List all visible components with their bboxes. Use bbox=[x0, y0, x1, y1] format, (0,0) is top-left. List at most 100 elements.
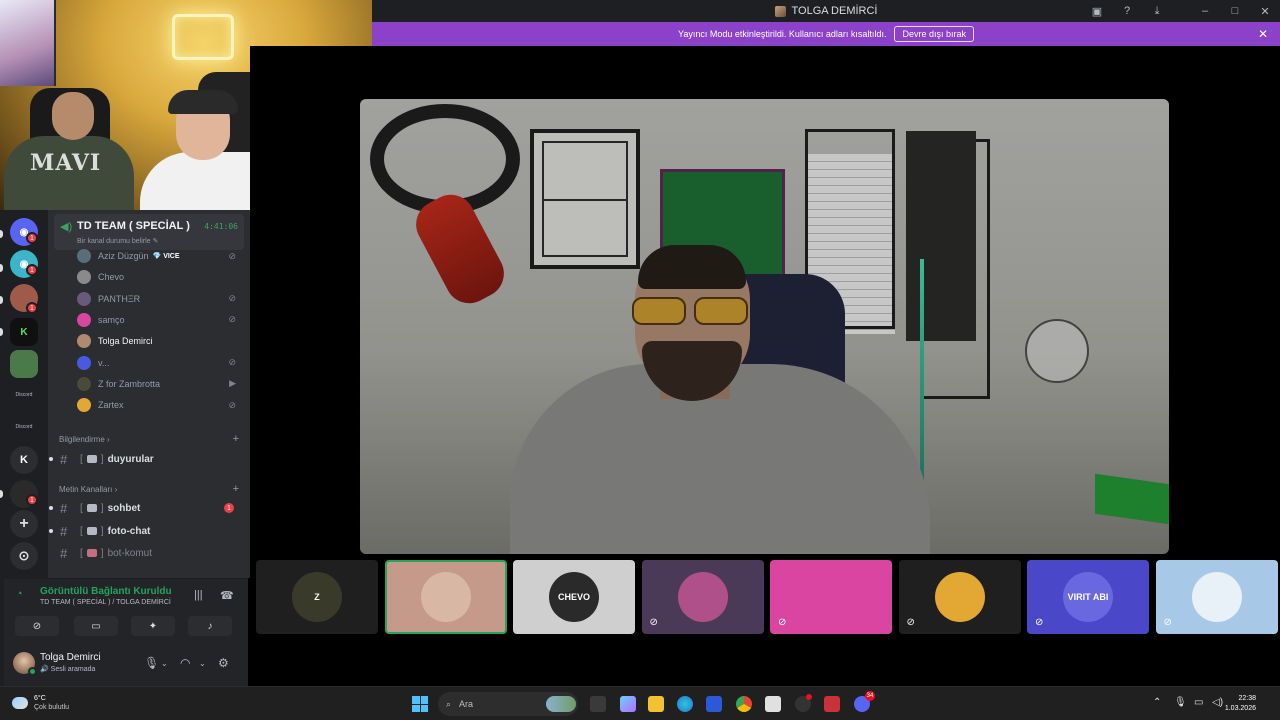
volume-icon[interactable]: ◁) bbox=[1212, 697, 1223, 708]
muted-icon: ⊘ bbox=[228, 357, 236, 367]
channel-status[interactable]: Bir kanal durumu belirle ✎ bbox=[77, 237, 158, 245]
participant-tile[interactable] bbox=[384, 560, 507, 634]
avatar[interactable] bbox=[13, 652, 37, 676]
voice-channel-name: TD TEAM ( SPECİAL ) bbox=[77, 220, 190, 232]
voice-member[interactable]: samço ⊘ bbox=[77, 310, 242, 330]
voice-member[interactable]: v... ⊘ bbox=[77, 353, 242, 373]
add-server-icon[interactable]: + bbox=[10, 510, 38, 538]
online-status-icon bbox=[28, 667, 37, 676]
close-icon[interactable]: ✕ bbox=[1250, 0, 1280, 22]
screen-icon[interactable]: ▣ bbox=[1082, 0, 1112, 22]
muted-icon: ⊘ bbox=[906, 617, 915, 628]
screen-share-button[interactable]: ▭ bbox=[74, 616, 118, 636]
participant-avatar: VIRIT ABI bbox=[1063, 572, 1113, 622]
category-info[interactable]: Bilgilendirme › + bbox=[59, 433, 239, 445]
taskbar-search[interactable]: ⌕ Ara bbox=[438, 692, 578, 716]
participant-tile[interactable]: ⊘ bbox=[898, 560, 1021, 634]
server-label[interactable]: Discord bbox=[6, 392, 42, 398]
edge-icon[interactable] bbox=[677, 696, 693, 712]
voice-member[interactable]: Aziz Düzgün 💎 VICE ⊘ bbox=[77, 246, 242, 266]
avatar bbox=[77, 334, 91, 349]
participant-tile[interactable]: ⊘ bbox=[641, 560, 764, 634]
microphone-icon[interactable]: 🎙 bbox=[1174, 697, 1187, 708]
game-app-icon[interactable] bbox=[824, 696, 840, 712]
file-explorer-dark-icon[interactable] bbox=[590, 696, 606, 712]
disconnect-icon[interactable]: ☎ bbox=[220, 589, 234, 602]
muted-icon: ⊘ bbox=[228, 250, 236, 261]
channel-sidebar: ◀) TD TEAM ( SPECİAL ) 4:41:06 Bir kanal… bbox=[48, 210, 250, 578]
voice-channel-header[interactable]: ◀) TD TEAM ( SPECİAL ) 4:41:06 Bir kanal… bbox=[54, 214, 244, 250]
call-timer: 4:41:06 bbox=[204, 222, 238, 231]
cat-app-icon[interactable] bbox=[765, 696, 781, 712]
muted-icon: ⊘ bbox=[649, 617, 658, 628]
folder-icon[interactable] bbox=[648, 696, 664, 712]
unread-pip bbox=[0, 490, 3, 498]
chevron-up-icon[interactable]: ⌃ bbox=[1153, 697, 1161, 708]
voice-member[interactable]: Zartex ⊘ bbox=[77, 395, 242, 415]
minimize-icon[interactable]: – bbox=[1190, 0, 1220, 22]
search-highlight-image bbox=[546, 696, 576, 712]
add-channel-icon[interactable]: + bbox=[233, 433, 239, 445]
chrome-icon[interactable] bbox=[736, 696, 752, 712]
close-icon[interactable]: ✕ bbox=[1258, 27, 1268, 41]
activities-button[interactable]: ✦ bbox=[131, 616, 175, 636]
discord-icon[interactable]: 34 bbox=[854, 691, 875, 712]
noise-suppression-icon[interactable]: ||| bbox=[194, 589, 203, 601]
gear-icon[interactable]: ⚙ bbox=[218, 656, 229, 670]
participant-avatar bbox=[677, 572, 728, 622]
mention-badge: 1 bbox=[224, 503, 234, 513]
help-icon[interactable]: ? bbox=[1112, 0, 1142, 22]
member-name: ΡΑΝΤΗΞR bbox=[98, 293, 141, 304]
server-label[interactable]: Discord bbox=[6, 424, 42, 430]
streamer-person: MAVI bbox=[4, 92, 134, 210]
connection-state[interactable]: Görüntülü Bağlantı Kuruldu bbox=[40, 586, 172, 597]
focused-video[interactable] bbox=[360, 99, 1169, 554]
category-text[interactable]: Metin Kanalları › + bbox=[59, 483, 239, 495]
network-icon[interactable]: ▭ bbox=[1194, 697, 1203, 708]
chevron-down-icon[interactable]: ⌄ bbox=[161, 659, 168, 668]
channel-sohbet[interactable]: # [ ] sohbet 1 bbox=[48, 498, 244, 518]
headphones-icon[interactable]: ◠ bbox=[180, 656, 190, 670]
screen-share-icon: ▭ bbox=[91, 620, 101, 632]
participant-tile[interactable]: ⊘ bbox=[770, 560, 892, 634]
soundboard-button[interactable]: ♪ bbox=[188, 616, 232, 636]
explore-icon[interactable]: ⊙ bbox=[10, 542, 38, 570]
avatar bbox=[77, 398, 91, 413]
copilot-icon[interactable] bbox=[620, 696, 636, 712]
speech-bubble-icon bbox=[86, 504, 97, 512]
channel-duyurular[interactable]: # [ ] duyurular bbox=[48, 449, 244, 469]
connection-location[interactable]: TD TEAM ( SPECİAL ) / TOLGA DEMİRCİ bbox=[40, 599, 171, 606]
activities-icon: ✦ bbox=[148, 620, 158, 632]
unread-pip bbox=[0, 264, 3, 272]
server-icon[interactable]: K bbox=[10, 318, 38, 346]
maximize-icon[interactable]: □ bbox=[1220, 0, 1250, 22]
voice-member[interactable]: Tolga Demirci bbox=[77, 331, 242, 351]
voice-member[interactable]: ΡΑΝΤΗΞR ⊘ bbox=[77, 289, 242, 309]
participant-tile[interactable]: ⊘ bbox=[1155, 560, 1278, 634]
avatar bbox=[77, 270, 91, 285]
obs-icon[interactable] bbox=[795, 694, 812, 712]
signal-icon[interactable]: ◔ bbox=[16, 588, 23, 600]
download-icon[interactable]: ⤓ bbox=[1142, 0, 1172, 22]
microphone-icon[interactable]: 🎙 bbox=[144, 656, 159, 670]
voice-member[interactable]: Chevo bbox=[77, 267, 242, 287]
window-controls: ▣ ? ⤓ – □ ✕ bbox=[1082, 0, 1280, 22]
channel-bot-komut[interactable]: # [ ] bot-komut bbox=[48, 543, 244, 563]
camera-off-button[interactable]: ⊘ bbox=[15, 616, 59, 636]
participant-tile[interactable]: Z bbox=[256, 560, 378, 634]
server-icon[interactable] bbox=[10, 350, 38, 378]
clock[interactable]: 22:38 1.03.2026 bbox=[1225, 694, 1256, 714]
username[interactable]: Tolga Demirci bbox=[40, 652, 101, 663]
add-channel-icon[interactable]: + bbox=[233, 483, 239, 495]
channel-foto-chat[interactable]: # [ ] foto-chat bbox=[48, 521, 244, 541]
store-icon[interactable] bbox=[706, 696, 722, 712]
participant-tile[interactable]: VIRIT ABI ⊘ bbox=[1027, 560, 1149, 634]
voice-member[interactable]: Z for Zambrotta ▶ bbox=[77, 374, 242, 394]
weather-widget[interactable]: 6°C Çok bulutlu bbox=[12, 694, 69, 712]
avatar bbox=[77, 249, 91, 263]
participant-tile[interactable]: CHEVO bbox=[513, 560, 635, 634]
disable-streamer-mode-button[interactable]: Devre dışı bırak bbox=[894, 26, 974, 42]
server-icon[interactable]: K bbox=[10, 446, 38, 474]
windows-start-icon[interactable] bbox=[412, 696, 428, 712]
chevron-down-icon[interactable]: ⌄ bbox=[199, 659, 206, 668]
